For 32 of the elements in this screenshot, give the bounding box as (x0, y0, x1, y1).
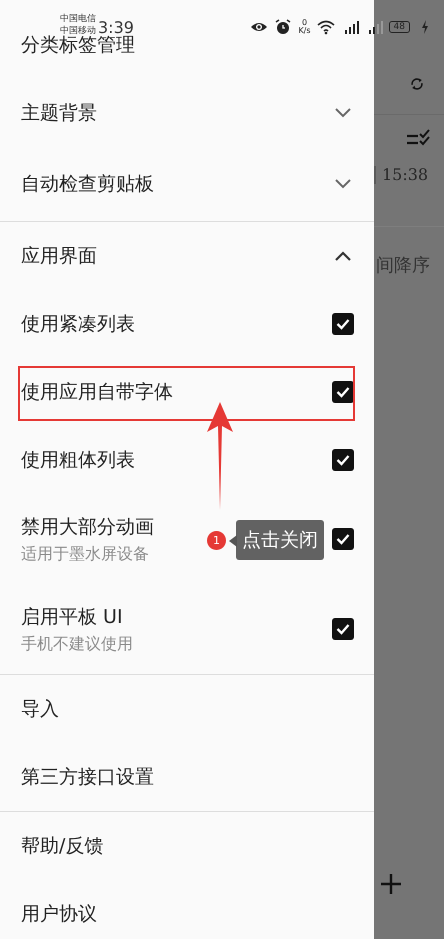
menu-item[interactable]: 使用紧凑列表 (21, 311, 135, 337)
plus-icon[interactable] (380, 873, 402, 895)
checklist-icon[interactable] (406, 129, 432, 147)
menu-item[interactable]: 帮助/反馈 (21, 833, 104, 859)
item-subtitle: 手机不建议使用 (21, 634, 133, 654)
carrier-name: 中国电信 (60, 13, 96, 25)
item-subtitle: 适用于墨水屏设备 (21, 544, 150, 564)
menu-item[interactable]: 启用平板 UI (21, 604, 133, 630)
speed-unit: K/s (298, 27, 311, 35)
checkbox[interactable] (332, 449, 354, 471)
menu-item[interactable]: 自动检查剪贴板 (21, 171, 154, 197)
wifi-icon (316, 19, 335, 35)
menu-item[interactable]: 导入 (21, 696, 59, 722)
menu-item[interactable]: 主题背景 (21, 100, 97, 126)
checkbox[interactable] (332, 528, 354, 550)
tooltip: 点击关闭 (236, 520, 324, 560)
sort-label: 间降序 (376, 254, 431, 277)
checkbox[interactable] (332, 313, 354, 335)
speed-value: 0 (302, 19, 308, 27)
status-time: 3:39 (98, 18, 134, 36)
menu-item[interactable]: 第三方接口设置 (21, 764, 154, 790)
menu-item[interactable]: 使用应用自带字体 (21, 379, 173, 405)
checkbox[interactable] (332, 381, 354, 403)
battery-level: 48 (388, 21, 410, 33)
carrier-name: 中国移动 (60, 25, 96, 36)
menu-item[interactable]: 使用粗体列表 (21, 447, 135, 473)
menu-item[interactable]: 用户协议 (21, 901, 97, 927)
checkbox[interactable] (332, 618, 354, 640)
menu-item[interactable]: 禁用大部分动画 (21, 514, 154, 540)
alarm-icon (274, 19, 292, 35)
time-text: 15:38 (382, 165, 428, 184)
menu-item[interactable]: 应用界面 (21, 243, 97, 269)
